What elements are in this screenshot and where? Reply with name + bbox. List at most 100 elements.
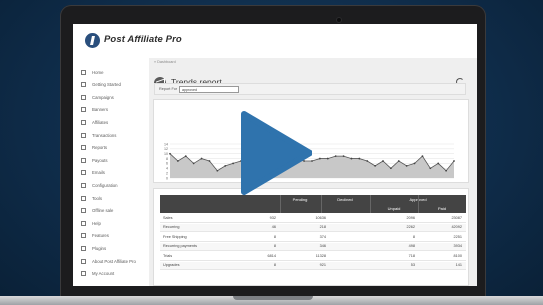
row-label: Free Shipping (163, 234, 187, 239)
sidebar-item[interactable]: About Post Affiliate Pro (73, 256, 149, 266)
cell-declined: 374 (319, 234, 326, 239)
gear-icon (81, 182, 86, 188)
laptop-notch (233, 296, 313, 300)
help-icon (81, 220, 86, 226)
sidebar-item-label: About Post Affiliate Pro (92, 258, 136, 264)
cell-paid: 2251 (453, 234, 462, 239)
sidebar-item[interactable]: Configuration (73, 180, 149, 190)
y-tick-label: 4 (166, 167, 168, 171)
play-button[interactable] (240, 110, 312, 196)
offline-sale-icon (81, 208, 86, 214)
logo-icon (85, 33, 100, 48)
data-point (413, 162, 416, 165)
sidebar-item-label: Home (92, 69, 104, 75)
column-separator (280, 195, 281, 213)
stats-table: PendingDeclinedApprovedUnpaidPaidSales93… (153, 188, 469, 286)
cell-pending: 8 (273, 234, 276, 239)
sidebar-item-label: Features (92, 233, 109, 239)
sidebar-item[interactable]: Help (73, 218, 149, 228)
table-row: Free Shipping 8 374 8 2251 (160, 234, 466, 242)
y-tick-label: 14 (164, 142, 168, 146)
data-point (334, 155, 337, 158)
sidebar-item[interactable]: Payouts (73, 155, 149, 165)
column-separator (370, 195, 371, 213)
sidebar-item[interactable]: Getting Started (73, 80, 149, 90)
data-point (216, 169, 219, 172)
cell-paid: 141 (455, 263, 462, 267)
sidebar-item[interactable]: Transactions (73, 130, 149, 140)
y-tick-label: 0 (166, 176, 168, 180)
sidebar-item[interactable]: Campaigns (73, 92, 149, 102)
plugins-icon (81, 245, 86, 251)
sidebar-item-label: Getting Started (92, 82, 121, 88)
data-point (358, 157, 361, 160)
data-point (437, 162, 440, 165)
cell-unpaid: 2262 (406, 225, 415, 230)
table-row: Upgrades 8 921 53 141 (160, 262, 466, 270)
column-header-declined: Declined (337, 197, 353, 202)
sidebar-item[interactable]: Plugins (73, 243, 149, 253)
sidebar-item[interactable]: Emails (73, 168, 149, 178)
column-separator (418, 195, 419, 213)
users-icon (81, 119, 86, 125)
account-icon (81, 271, 86, 277)
data-point (397, 160, 400, 162)
row-label: Upgrades (163, 263, 180, 267)
sidebar-item[interactable]: Tools (73, 193, 149, 203)
data-point (169, 152, 171, 155)
tools-icon (81, 195, 86, 201)
sidebar-item-label: Banners (92, 107, 109, 113)
sidebar-item[interactable]: Banners (73, 105, 149, 115)
data-point (200, 157, 203, 160)
row-label: Sales (163, 216, 173, 220)
features-icon (81, 233, 86, 239)
sidebar-item[interactable]: Reports (73, 143, 149, 153)
row-label: Recurring (163, 225, 180, 230)
series-area (170, 153, 454, 178)
data-point (224, 164, 227, 167)
payouts-icon (81, 157, 86, 163)
play-icon (241, 111, 312, 195)
report-for-select[interactable]: approved (179, 86, 239, 93)
cell-unpaid: 498 (408, 244, 415, 249)
cell-unpaid: 718 (408, 253, 415, 258)
sidebar-item-label: Emails (92, 170, 105, 176)
data-point (208, 160, 211, 162)
trend-chart: 02468101214 (164, 142, 455, 180)
transactions-icon (81, 132, 86, 138)
flag-icon (81, 82, 86, 88)
table-row: Recurring 46 218 2262 42092 (160, 224, 466, 233)
column-header-pending: Pending (292, 197, 308, 202)
data-point (318, 157, 321, 160)
sidebar-item[interactable]: Offline sale (73, 206, 149, 216)
cell-unpaid: 53 (410, 263, 415, 267)
y-tick-label: 2 (166, 171, 168, 175)
cell-paid: 42092 (451, 225, 462, 230)
column-separator (321, 195, 322, 213)
row-label: Recurring payments (163, 244, 197, 249)
data-point (405, 164, 408, 167)
data-point (366, 160, 369, 162)
sidebar-item-label: Campaigns (92, 94, 114, 100)
email-icon (81, 170, 86, 176)
sidebar-item-label: Tools (92, 195, 103, 201)
sidebar-item-label: My Account (92, 271, 115, 277)
sidebar-item[interactable]: My Account (73, 269, 149, 279)
data-point (382, 160, 384, 162)
cell-paid: 23087 (451, 216, 462, 220)
home-icon (81, 69, 86, 75)
data-point (421, 155, 424, 158)
sidebar-item[interactable]: Home (73, 67, 149, 77)
sidebar-item-label: Payouts (92, 157, 108, 163)
reports-icon (81, 145, 86, 151)
breadcrumb[interactable]: « Dashboard (154, 60, 176, 64)
sidebar-item[interactable]: Affiliates (73, 117, 149, 127)
cell-declined: 10636 (315, 216, 326, 220)
sidebar-item[interactable]: Features (73, 231, 149, 241)
row-label: Trials (163, 253, 173, 258)
campaign-icon (81, 94, 86, 100)
cell-pending: 8 (273, 244, 276, 249)
y-tick-label: 8 (166, 157, 168, 161)
column-header-unpaid: Unpaid (387, 206, 401, 211)
filter-bar: Report For approved (154, 83, 466, 95)
